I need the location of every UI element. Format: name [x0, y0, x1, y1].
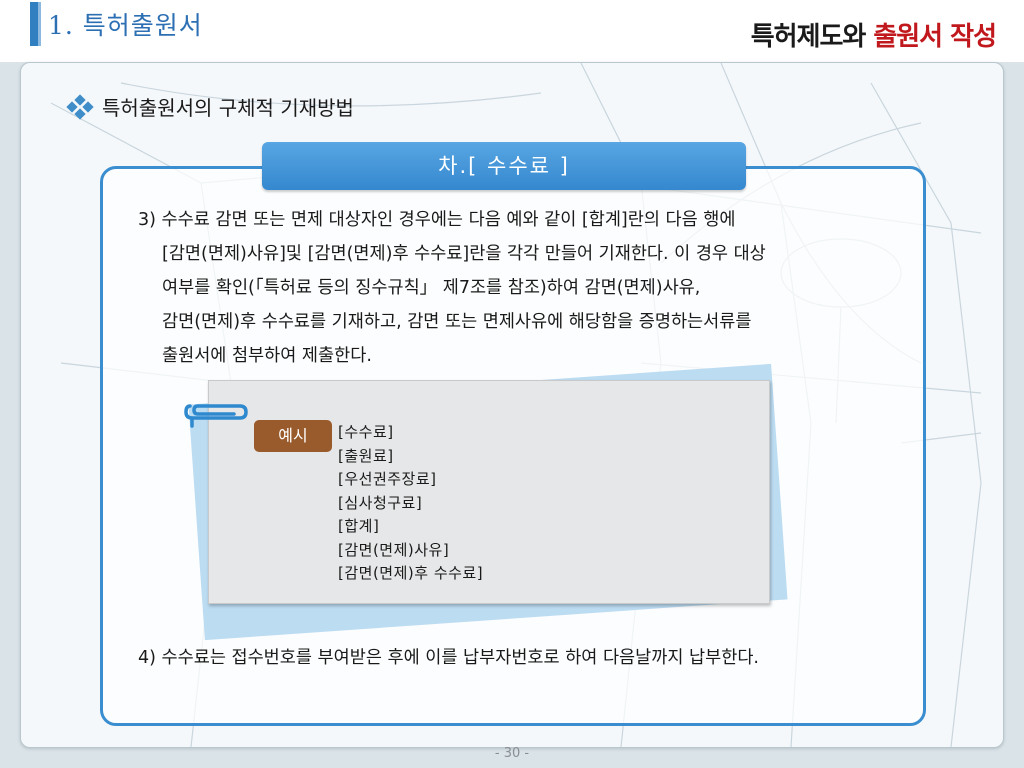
header-accent-bar-light — [38, 2, 41, 46]
header-accent-bar — [30, 2, 38, 46]
example-label: 예시 — [254, 420, 332, 452]
section-title: 1. 특허출원서 — [48, 11, 203, 40]
paragraph-3-line: 여부를 확인(「특허료 등의 징수규칙」 제7조를 참조)하여 감면(면제)사유… — [162, 278, 701, 298]
fee-item: [출원료] — [338, 446, 394, 465]
diamond-bullet-icon — [66, 93, 94, 120]
example-card — [208, 380, 770, 604]
fee-item: [우선권주장료] — [338, 470, 437, 488]
brand-title-part2: 출원서 작성 — [873, 22, 997, 52]
header-bar: 1. 특허출원서 특허제도와 출원서 작성 — [0, 0, 1024, 62]
fee-item: [합계] — [338, 517, 380, 535]
paragraph-3-line: [감면(면제)사유]및 [감면(면제)후 수수료]란을 각각 만들어 기재한다.… — [162, 244, 766, 264]
paragraph-3-line: 3) 수수료 감면 또는 면제 대상자인 경우에는 다음 예와 같이 [합계]란… — [138, 210, 736, 230]
paragraph-3: 3) 수수료 감면 또는 면제 대상자인 경우에는 다음 예와 같이 [합계]란… — [138, 203, 908, 373]
brand-title: 특허제도와 출원서 작성 — [750, 16, 997, 53]
fee-item: [감면(면제)사유] — [338, 540, 450, 559]
fee-item: [수수료] — [338, 423, 394, 441]
paragraph-3-line: 출원서에 첨부하여 제출한다. — [162, 346, 372, 366]
paragraph-3-line: 감면(면제)후 수수료를 기재하고, 감면 또는 면제사유에 해당함을 증명하는… — [162, 312, 752, 332]
fee-tab-title: 차.[ 수수료 ] — [262, 142, 746, 190]
fee-item: [감면(면제)후 수수료] — [338, 564, 484, 582]
fee-item: [심사청구료] — [338, 493, 423, 512]
fee-item-list: [수수료] [출원료] [우선권주장료] [심사청구료] [합계] [감면(면제… — [338, 421, 483, 586]
section-heading: 특허출원서의 구체적 기재방법 — [66, 92, 354, 121]
page-number: - 30 - — [494, 746, 530, 761]
brand-title-part1: 특허제도와 — [750, 22, 867, 52]
paperclip-icon — [184, 404, 248, 428]
paragraph-4: 4) 수수료는 접수번호를 부여받은 후에 이를 납부자번호로 하여 다음날까지… — [138, 648, 759, 668]
section-heading-text: 특허출원서의 구체적 기재방법 — [102, 96, 354, 120]
